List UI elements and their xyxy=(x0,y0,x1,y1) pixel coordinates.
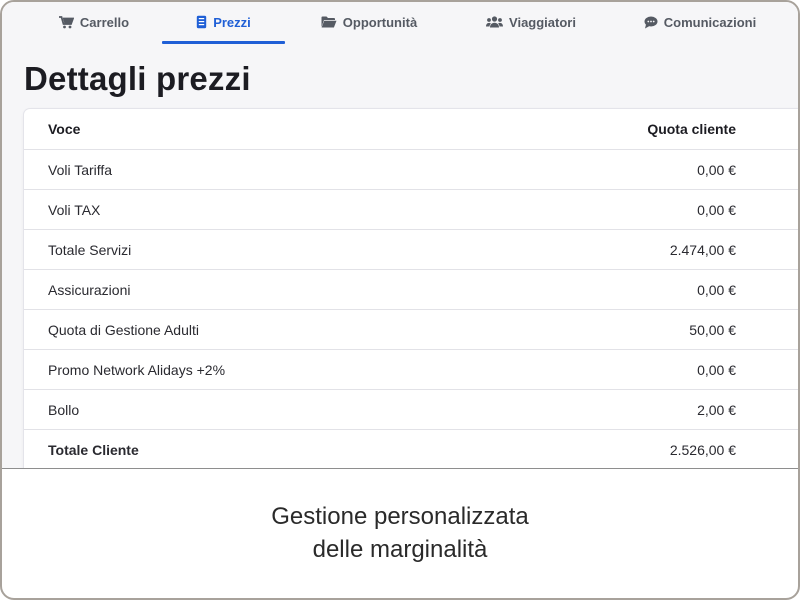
total-row: Totale Cliente 2.526,00 € xyxy=(24,429,798,468)
caption: Gestione personalizzata delle marginalit… xyxy=(2,500,798,566)
row-label: Assicurazioni xyxy=(24,269,456,310)
app-screenshot: Carrello Prezzi Opportunità Viaggiatori xyxy=(2,2,798,469)
row-amount: 0,00 € xyxy=(455,349,798,390)
tab-viaggiatori[interactable]: Viaggiatori xyxy=(480,2,582,42)
table-row: Totale Servizi 2.474,00 € xyxy=(24,229,798,270)
table-row: Quota di Gestione Adulti 50,00 € xyxy=(24,309,798,350)
row-amount: 0,00 € xyxy=(455,149,798,190)
table-row: Voli TAX 0,00 € xyxy=(24,189,798,230)
users-icon xyxy=(486,16,504,28)
tab-label: Prezzi xyxy=(213,14,251,30)
tab-bar: Carrello Prezzi Opportunità Viaggiatori xyxy=(2,2,798,46)
column-header-quota: Quota cliente xyxy=(455,109,798,150)
row-label: Voli Tariffa xyxy=(24,149,456,190)
price-details-card: Voce Quota cliente Voli Tariffa 0,00 € V… xyxy=(24,109,798,468)
tab-label: Carrello xyxy=(79,14,130,30)
receipt-icon xyxy=(196,15,207,29)
tab-label: Comunicazioni xyxy=(663,14,757,30)
row-amount: 2.474,00 € xyxy=(455,229,798,270)
caption-line-1: Gestione personalizzata xyxy=(271,503,529,530)
row-amount: 0,00 € xyxy=(455,189,798,230)
row-label: Quota di Gestione Adulti xyxy=(24,309,456,350)
table-row: Bollo 2,00 € xyxy=(24,389,798,430)
page-title: Dettagli prezzi xyxy=(24,60,251,97)
frame: Carrello Prezzi Opportunità Viaggiatori xyxy=(0,0,800,600)
tab-label: Viaggiatori xyxy=(509,14,576,30)
row-amount: 2,00 € xyxy=(455,389,798,430)
chat-icon xyxy=(644,16,658,29)
column-header-voce: Voce xyxy=(24,109,456,150)
table-row: Promo Network Alidays +2% 0,00 € xyxy=(24,349,798,390)
row-label: Totale Servizi xyxy=(24,229,456,270)
row-amount: 0,00 € xyxy=(455,269,798,310)
total-label: Totale Cliente xyxy=(24,429,456,468)
tab-prezzi[interactable]: Prezzi xyxy=(162,2,285,44)
caption-line-2: delle marginalità xyxy=(312,536,488,563)
row-label: Bollo xyxy=(24,389,456,430)
tab-opportunita[interactable]: Opportunità xyxy=(314,2,424,42)
table-row: Assicurazioni 0,00 € xyxy=(24,269,798,310)
total-amount: 2.526,00 € xyxy=(455,429,798,468)
table-row: Voli Tariffa 0,00 € xyxy=(24,149,798,190)
row-label: Voli TAX xyxy=(24,189,456,230)
row-label: Promo Network Alidays +2% xyxy=(24,349,456,390)
tab-comunicazioni[interactable]: Comunicazioni xyxy=(635,2,765,42)
cart-icon xyxy=(58,15,74,29)
price-table: Voce Quota cliente Voli Tariffa 0,00 € V… xyxy=(24,109,798,468)
row-amount: 50,00 € xyxy=(455,309,798,350)
folder-icon xyxy=(321,16,337,28)
table-header-row: Voce Quota cliente xyxy=(24,109,798,150)
tab-carrello[interactable]: Carrello xyxy=(52,2,136,42)
tab-label: Opportunità xyxy=(342,14,418,30)
